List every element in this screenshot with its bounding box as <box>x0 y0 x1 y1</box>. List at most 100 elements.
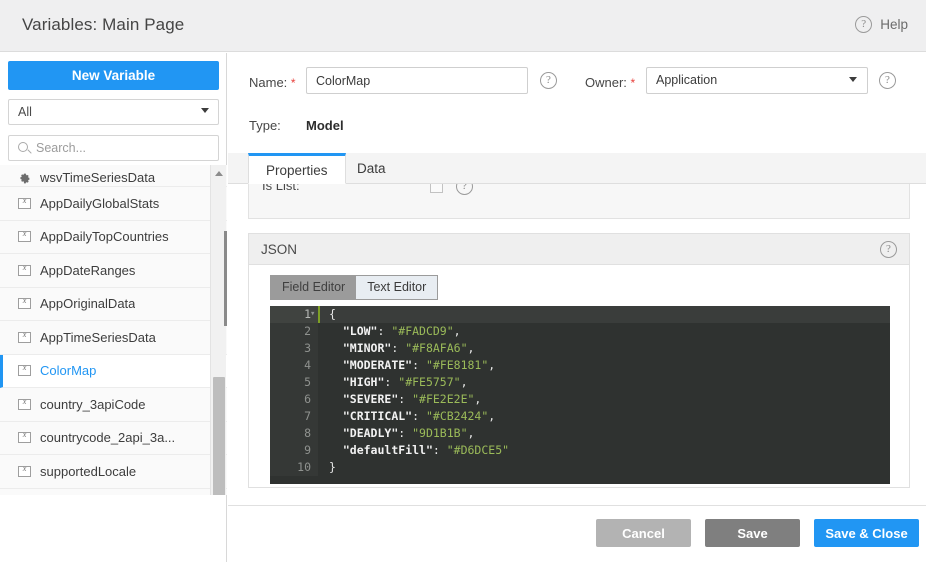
gear-icon <box>18 172 31 185</box>
list-item[interactable]: AppDailyTopCountries <box>0 221 227 255</box>
variable-icon <box>18 432 31 443</box>
dialog-footer: Cancel Save Save & Close <box>228 505 926 562</box>
text-editor-button[interactable]: Text Editor <box>356 276 437 299</box>
owner-help-icon[interactable]: ? <box>879 72 896 89</box>
variable-icon <box>18 399 31 410</box>
editor-mode-toggle: Field Editor Text Editor <box>270 275 438 300</box>
code-text: } <box>318 459 890 476</box>
line-number: 8 <box>270 425 318 442</box>
code-text: "MINOR": "#F8AFA6", <box>318 340 890 357</box>
owner-label-text: Owner: <box>585 75 627 90</box>
is-list-label: Is List: <box>262 184 300 193</box>
list-item-label: country_3apiCode <box>40 397 146 412</box>
json-section: JSON ? Field Editor Text Editor 1▾{2 "LO… <box>248 233 910 488</box>
variable-icon <box>18 332 31 343</box>
save-and-close-button[interactable]: Save & Close <box>814 519 919 547</box>
line-number: 5 <box>270 374 318 391</box>
code-line[interactable]: 5 "HIGH": "#FE5757", <box>270 374 890 391</box>
help-button[interactable]: ? Help <box>855 16 908 33</box>
code-text: "HIGH": "#FE5757", <box>318 374 890 391</box>
list-item[interactable]: AppOriginalData <box>0 288 227 322</box>
code-text: "DEADLY": "9D1B1B", <box>318 425 890 442</box>
json-code-editor[interactable]: 1▾{2 "LOW": "#FADCD9",3 "MINOR": "#F8AFA… <box>270 306 890 484</box>
name-label-text: Name: <box>249 75 287 90</box>
code-fold-toggle[interactable]: ▾ <box>310 306 315 323</box>
save-button[interactable]: Save <box>705 519 800 547</box>
list-item-label: ColorMap <box>40 363 96 378</box>
chevron-down-icon <box>201 108 209 113</box>
code-text: "LOW": "#FADCD9", <box>318 323 890 340</box>
code-text: "CRITICAL": "#CB2424", <box>318 408 890 425</box>
owner-select[interactable]: Application <box>646 67 868 94</box>
list-item[interactable]: AppDailyGlobalStats <box>0 187 227 221</box>
type-label: Type: <box>249 118 281 133</box>
code-line[interactable]: 1▾{ <box>270 306 890 323</box>
tab-data[interactable]: Data <box>340 153 403 184</box>
variables-editor-window: Variables: Main Page ? Help New Variable… <box>0 0 926 562</box>
json-help-icon[interactable]: ? <box>880 241 897 258</box>
variable-filter-select[interactable]: All <box>8 99 219 125</box>
variable-icon <box>18 198 31 209</box>
code-line[interactable]: 7 "CRITICAL": "#CB2424", <box>270 408 890 425</box>
line-number: 9 <box>270 442 318 459</box>
cancel-button[interactable]: Cancel <box>596 519 691 547</box>
code-line[interactable]: 3 "MINOR": "#F8AFA6", <box>270 340 890 357</box>
page-title: Variables: Main Page <box>22 15 184 35</box>
code-line[interactable]: 9 "defaultFill": "#D6DCE5" <box>270 442 890 459</box>
owner-required-star: * <box>631 76 636 90</box>
owner-label: Owner: * <box>585 75 635 90</box>
variable-list[interactable]: wsvTimeSeriesData AppDailyGlobalStats AppD… <box>0 165 227 548</box>
list-item-label: AppTimeSeriesData <box>40 330 156 345</box>
code-text: "MODERATE": "#FE8181", <box>318 357 890 374</box>
variable-form: Name: * ? Owner: * Application ? Type: M… <box>228 53 926 153</box>
question-circle-icon: ? <box>855 16 872 33</box>
line-number: 6 <box>270 391 318 408</box>
code-line[interactable]: 8 "DEADLY": "9D1B1B", <box>270 425 890 442</box>
is-list-checkbox[interactable] <box>430 184 443 193</box>
new-variable-button[interactable]: New Variable <box>8 61 219 90</box>
list-item[interactable]: AppDateRanges <box>0 254 227 288</box>
window-header: Variables: Main Page ? Help <box>0 0 926 52</box>
sidebar-scrollbar[interactable] <box>210 165 226 548</box>
variable-detail-panel: Name: * ? Owner: * Application ? Type: M… <box>228 53 926 505</box>
list-item-label: AppDateRanges <box>40 263 135 278</box>
code-text: { <box>318 306 890 323</box>
code-line[interactable]: 4 "MODERATE": "#FE8181", <box>270 357 890 374</box>
list-item-label: AppDailyTopCountries <box>40 229 169 244</box>
outer-scrollbar-thumb[interactable] <box>224 231 227 326</box>
name-field[interactable] <box>306 67 528 94</box>
list-item[interactable]: ColorMap <box>0 355 227 389</box>
variable-icon <box>18 231 31 242</box>
line-number: 4 <box>270 357 318 374</box>
help-label: Help <box>880 17 908 32</box>
list-item-label: supportedLocale <box>40 464 136 479</box>
field-editor-button[interactable]: Field Editor <box>271 276 356 299</box>
is-list-help-icon[interactable]: ? <box>456 184 473 195</box>
sidebar-footer-spacer <box>0 495 227 562</box>
scroll-up-button[interactable] <box>211 165 227 181</box>
variable-icon <box>18 466 31 477</box>
json-section-header: JSON ? <box>249 234 909 265</box>
code-line[interactable]: 10} <box>270 459 890 476</box>
line-number: 3 <box>270 340 318 357</box>
name-label: Name: * <box>249 75 296 90</box>
list-item[interactable]: country_3apiCode <box>0 388 227 422</box>
tab-properties[interactable]: Properties <box>248 153 346 184</box>
search-input[interactable]: Search... <box>8 135 219 161</box>
line-number: 7 <box>270 408 318 425</box>
list-item[interactable]: countrycode_2api_3a... <box>0 422 227 456</box>
list-item[interactable]: supportedLocale <box>0 455 227 489</box>
list-item-label: wsvTimeSeriesData <box>40 170 155 185</box>
code-text: "defaultFill": "#D6DCE5" <box>318 442 890 459</box>
name-help-icon[interactable]: ? <box>540 72 557 89</box>
properties-panel: Is List: ? <box>248 184 910 219</box>
list-item-label: countrycode_2api_3a... <box>40 430 175 445</box>
variable-icon <box>18 298 31 309</box>
code-line[interactable]: 2 "LOW": "#FADCD9", <box>270 323 890 340</box>
search-icon <box>18 142 28 152</box>
list-item[interactable]: wsvTimeSeriesData <box>0 165 227 187</box>
code-line[interactable]: 6 "SEVERE": "#FE2E2E", <box>270 391 890 408</box>
search-placeholder: Search... <box>36 141 86 155</box>
variable-filter-value: All <box>18 105 32 119</box>
list-item[interactable]: AppTimeSeriesData <box>0 321 227 355</box>
